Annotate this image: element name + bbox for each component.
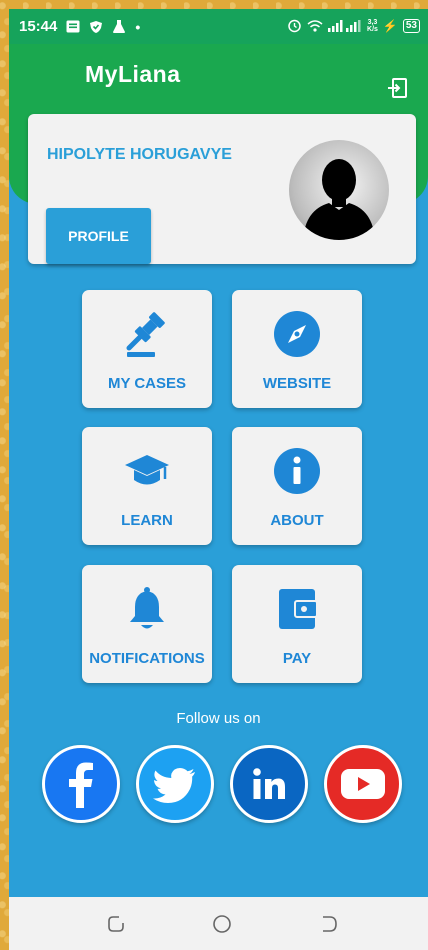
tile-label: PAY: [282, 650, 312, 667]
status-time: 15:44: [19, 18, 58, 35]
flask-icon: [113, 20, 126, 33]
bell-icon: [130, 587, 164, 629]
phone-screen: 15:44 • 3,3 K/s ⚡ 53 MyLiana HIPOLYTE HO…: [9, 9, 428, 950]
system-nav-bar: [9, 897, 428, 950]
tile-label: LEARN: [121, 512, 173, 529]
signal-icon: [328, 19, 361, 32]
tile-learn[interactable]: LEARN: [82, 427, 212, 545]
tile-pay[interactable]: PAY: [232, 565, 362, 683]
linkedin-icon: [253, 768, 285, 799]
battery-indicator: 53: [402, 18, 420, 33]
charging-icon: ⚡: [382, 18, 398, 33]
user-silhouette-icon: [303, 159, 375, 240]
tile-label: MY CASES: [107, 375, 187, 392]
tile-label: ABOUT: [270, 512, 324, 529]
battery-level: 53: [405, 19, 417, 31]
tile-website[interactable]: WEBSITE: [232, 290, 362, 408]
youtube-icon: [341, 769, 385, 799]
gavel-icon: [126, 312, 165, 357]
avatar[interactable]: [289, 140, 389, 240]
user-name: HIPOLYTE HORUGAVYE: [47, 146, 232, 163]
linkedin-button[interactable]: [230, 745, 308, 823]
wallet-icon: [279, 589, 318, 629]
app-title: MyLiana: [85, 61, 181, 87]
tile-notifications[interactable]: NOTIFICATIONS: [82, 565, 212, 683]
tile-about[interactable]: ABOUT: [232, 427, 362, 545]
alarm-icon: [288, 19, 301, 33]
home-icon[interactable]: [211, 913, 233, 935]
tile-label: NOTIFICATIONS: [89, 650, 205, 667]
status-bar: 15:44 • 3,3 K/s ⚡ 53: [9, 9, 428, 44]
youtube-button[interactable]: [324, 745, 402, 823]
compass-icon: [274, 311, 320, 357]
twitter-icon: [153, 768, 195, 803]
facebook-button[interactable]: [42, 745, 120, 823]
tile-my-cases[interactable]: MY CASES: [82, 290, 212, 408]
profile-button[interactable]: PROFILE: [46, 208, 151, 264]
recent-apps-icon[interactable]: [105, 913, 127, 935]
network-speed: 3,3 K/s: [367, 18, 378, 33]
notification-dot: •: [135, 18, 141, 35]
info-icon: [274, 448, 320, 494]
back-icon[interactable]: [318, 913, 340, 935]
wifi-icon: [307, 19, 323, 32]
logout-icon[interactable]: [386, 77, 408, 99]
message-icon: [66, 20, 80, 33]
facebook-icon: [69, 762, 93, 808]
follow-us-label: Follow us on: [176, 710, 261, 727]
twitter-button[interactable]: [136, 745, 214, 823]
tile-label: WEBSITE: [262, 375, 332, 392]
profile-card: HIPOLYTE HORUGAVYE PROFILE: [28, 114, 416, 264]
shield-icon: [90, 20, 103, 33]
graduation-cap-icon: [125, 455, 169, 485]
